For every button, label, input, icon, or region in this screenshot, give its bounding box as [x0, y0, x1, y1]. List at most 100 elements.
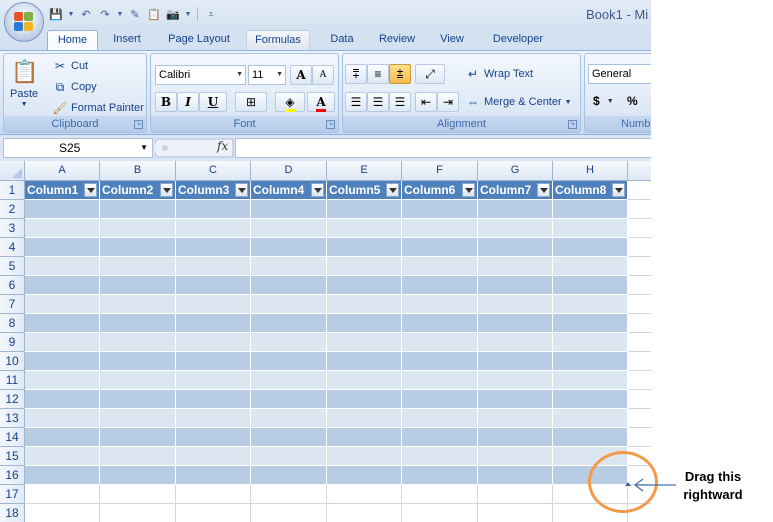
table-cell[interactable] — [553, 200, 628, 219]
table-cell[interactable] — [100, 314, 176, 333]
table-cell[interactable] — [25, 428, 100, 447]
table-cell[interactable] — [478, 314, 553, 333]
table-cell[interactable] — [327, 428, 402, 447]
column-header-b[interactable]: B — [100, 161, 176, 181]
table-cell[interactable] — [402, 219, 478, 238]
table-cell[interactable] — [327, 447, 402, 466]
orientation-button[interactable]: ⤢ — [415, 64, 445, 84]
tab-review[interactable]: Review — [371, 30, 423, 50]
table-cell[interactable] — [553, 428, 628, 447]
copy-button[interactable]: ⧉ Copy — [52, 79, 97, 95]
cell[interactable] — [628, 428, 651, 447]
table-header-cell[interactable]: Column3 — [176, 181, 251, 200]
office-button[interactable] — [4, 2, 44, 42]
table-cell[interactable] — [402, 409, 478, 428]
row-header-1[interactable]: 1 — [0, 181, 25, 200]
table-cell[interactable] — [478, 447, 553, 466]
table-cell[interactable] — [25, 352, 100, 371]
table-cell[interactable] — [100, 390, 176, 409]
row-header-4[interactable]: 4 — [0, 238, 25, 257]
column-header-partial[interactable] — [628, 161, 651, 181]
font-launcher-icon[interactable]: ↘ — [326, 120, 335, 129]
table-cell[interactable] — [553, 295, 628, 314]
table-cell[interactable] — [553, 276, 628, 295]
chevron-down-icon[interactable]: ▼ — [116, 6, 124, 22]
table-cell[interactable] — [478, 219, 553, 238]
table-cell[interactable] — [100, 257, 176, 276]
cell[interactable] — [628, 295, 651, 314]
undo-icon[interactable]: ↶ — [78, 6, 94, 22]
cell[interactable] — [628, 219, 651, 238]
table-cell[interactable] — [25, 409, 100, 428]
table-cell[interactable] — [176, 390, 251, 409]
column-header-d[interactable]: D — [251, 161, 327, 181]
table-cell[interactable] — [251, 466, 327, 485]
table-cell[interactable] — [478, 238, 553, 257]
cell[interactable] — [327, 504, 402, 522]
row-header-6[interactable]: 6 — [0, 276, 25, 295]
increase-indent-button[interactable]: ⇥ — [437, 92, 459, 112]
table-cell[interactable] — [327, 200, 402, 219]
cell[interactable] — [402, 485, 478, 504]
table-header-cell[interactable]: Column8 — [553, 181, 628, 200]
tab-insert[interactable]: Insert — [102, 30, 152, 50]
cell[interactable] — [628, 352, 651, 371]
table-cell[interactable] — [25, 276, 100, 295]
table-cell[interactable] — [327, 466, 402, 485]
table-cell[interactable] — [176, 276, 251, 295]
merge-center-button[interactable]: ⇔ Merge & Center ▼ — [465, 94, 572, 110]
table-cell[interactable] — [402, 276, 478, 295]
table-cell[interactable] — [327, 390, 402, 409]
table-cell[interactable] — [100, 219, 176, 238]
table-cell[interactable] — [176, 314, 251, 333]
row-header-3[interactable]: 3 — [0, 219, 25, 238]
shrink-font-button[interactable]: A — [312, 65, 334, 85]
table-cell[interactable] — [251, 333, 327, 352]
table-cell[interactable] — [402, 295, 478, 314]
table-cell[interactable] — [100, 371, 176, 390]
table-cell[interactable] — [327, 276, 402, 295]
table-cell[interactable] — [327, 352, 402, 371]
underline-button[interactable]: U — [199, 92, 227, 112]
bold-button[interactable]: B — [155, 92, 177, 112]
row-header-15[interactable]: 15 — [0, 447, 25, 466]
table-cell[interactable] — [251, 447, 327, 466]
italic-button[interactable]: I — [177, 92, 199, 112]
table-cell[interactable] — [402, 371, 478, 390]
align-right-button[interactable]: ☰ — [389, 92, 411, 112]
filter-dropdown-icon[interactable] — [462, 183, 475, 197]
insert-function-icon[interactable]: fx — [217, 139, 228, 153]
table-cell[interactable] — [402, 257, 478, 276]
cell[interactable] — [25, 485, 100, 504]
cell[interactable] — [628, 409, 651, 428]
table-cell[interactable] — [553, 257, 628, 276]
table-cell[interactable] — [176, 219, 251, 238]
table-cell[interactable] — [327, 219, 402, 238]
table-cell[interactable] — [25, 371, 100, 390]
table-cell[interactable] — [176, 428, 251, 447]
cell[interactable] — [251, 485, 327, 504]
column-header-a[interactable]: A — [25, 161, 100, 181]
customize-qat-icon[interactable]: ⩡ — [203, 6, 219, 22]
table-cell[interactable] — [25, 257, 100, 276]
cell[interactable] — [176, 504, 251, 522]
table-cell[interactable] — [176, 333, 251, 352]
table-cell[interactable] — [100, 466, 176, 485]
table-cell[interactable] — [176, 371, 251, 390]
tab-view[interactable]: View — [431, 30, 473, 50]
table-cell[interactable] — [100, 333, 176, 352]
tab-developer[interactable]: Developer — [480, 30, 556, 50]
save-icon[interactable]: 💾 — [48, 6, 64, 22]
alignment-launcher-icon[interactable]: ↘ — [568, 120, 577, 129]
table-cell[interactable] — [327, 314, 402, 333]
cell[interactable] — [100, 485, 176, 504]
table-cell[interactable] — [176, 238, 251, 257]
table-cell[interactable] — [251, 295, 327, 314]
row-header-13[interactable]: 13 — [0, 409, 25, 428]
fill-color-button[interactable]: ◈ — [275, 92, 305, 112]
row-header-9[interactable]: 9 — [0, 333, 25, 352]
decrease-indent-button[interactable]: ⇤ — [415, 92, 437, 112]
cell[interactable] — [628, 333, 651, 352]
cell[interactable] — [628, 257, 651, 276]
camera-icon[interactable]: 📷 — [165, 6, 181, 22]
